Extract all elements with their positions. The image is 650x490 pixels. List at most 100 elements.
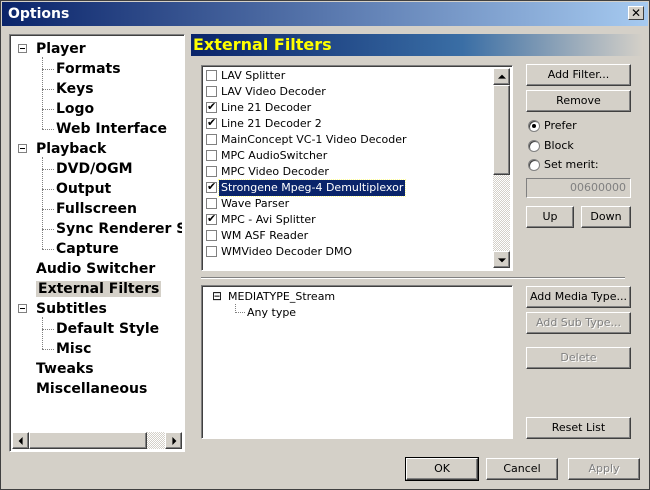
title-bar[interactable]: Options ✕ (2, 2, 648, 26)
filter-row[interactable]: ✔ MainConcept VC-1 Video Decoder (204, 132, 494, 148)
tree-item[interactable]: Formats (56, 59, 121, 79)
filter-list-items: ✔ LAV Splitter ✔ LAV Video Decoder ✔ Line 21 … (204, 68, 494, 268)
ok-button[interactable]: OK (405, 457, 479, 481)
filter-label: Line 21 Decoder (221, 101, 312, 114)
scroll-track[interactable] (493, 85, 510, 251)
close-button[interactable]: ✕ (628, 6, 644, 20)
filter-label: Strongene Mpeg-4 Demultiplexor (217, 179, 407, 197)
scroll-right-button[interactable] (165, 432, 182, 449)
tree-item[interactable]: Audio Switcher (36, 259, 155, 279)
scroll-thumb[interactable] (493, 85, 510, 175)
filter-label: MPC - Avi Splitter (221, 213, 316, 226)
set-merit-label: Set merit: (544, 158, 599, 171)
tree-item[interactable]: DVD/OGM (56, 159, 133, 179)
block-radio-dot (528, 140, 540, 152)
window-title: Options (8, 6, 70, 22)
tree-connector (42, 109, 54, 110)
prefer-radio-dot (528, 120, 540, 132)
scroll-up-button[interactable] (493, 68, 510, 85)
tree-item[interactable]: Miscellaneous (36, 379, 147, 399)
tree-connector (42, 229, 54, 230)
filter-checkbox[interactable]: ✔ (206, 134, 217, 145)
tree-connector (42, 57, 43, 129)
tree-item[interactable]: Player (36, 39, 86, 59)
arrow-down-icon (497, 257, 506, 262)
filter-label: WM ASF Reader (221, 229, 309, 242)
media-type-expander-icon[interactable]: ⊟ (212, 289, 222, 303)
filter-row[interactable]: ✔ Wave Parser (204, 196, 494, 212)
arrow-up-icon (497, 74, 506, 79)
filter-checkbox[interactable]: ✔ (206, 86, 217, 97)
remove-button[interactable]: Remove (526, 90, 631, 112)
tree-item[interactable]: Logo (56, 99, 94, 119)
scroll-left-button[interactable] (12, 432, 29, 449)
tree-horizontal-scrollbar[interactable] (12, 432, 182, 449)
sub-type-item[interactable]: Any type (247, 306, 296, 319)
arrow-left-icon (18, 436, 23, 445)
add-filter-button[interactable]: Add Filter... (526, 64, 631, 86)
tree-item[interactable]: Fullscreen (56, 199, 137, 219)
add-sub-type-button[interactable]: Add Sub Type... (526, 312, 631, 334)
filter-row[interactable]: ✔ Line 21 Decoder 2 (204, 116, 494, 132)
tree-item[interactable]: Tweaks (36, 359, 94, 379)
tree-item-label: Output (56, 181, 112, 197)
tree-item[interactable]: Keys (56, 79, 94, 99)
tree-connector (42, 157, 43, 249)
filter-row[interactable]: ✔ WM ASF Reader (204, 228, 494, 244)
filter-checkbox[interactable]: ✔ (206, 246, 217, 257)
scroll-down-button[interactable] (493, 251, 510, 268)
scroll-thumb[interactable] (29, 432, 147, 449)
filter-row[interactable]: ✔ MPC AudioSwitcher (204, 148, 494, 164)
tree-item[interactable]: Default Style (56, 319, 159, 339)
filter-row[interactable]: ✔ LAV Video Decoder (204, 84, 494, 100)
filter-row[interactable]: ✔ MPC - Avi Splitter (204, 212, 494, 228)
filter-checkbox[interactable]: ✔ (206, 116, 217, 129)
media-type-list[interactable]: ⊟ MEDIATYPE_Stream Any type (201, 285, 513, 439)
tree-item[interactable]: Output (56, 179, 111, 199)
tree-item[interactable]: Misc (56, 339, 91, 359)
merit-value-field[interactable]: 00600000 (526, 178, 631, 198)
filter-checkbox[interactable]: ✔ (206, 198, 217, 209)
tree-item[interactable]: Web Interface (56, 119, 167, 139)
filter-row[interactable]: ✔ MPC Video Decoder (204, 164, 494, 180)
collapse-icon[interactable] (18, 144, 27, 153)
collapse-icon[interactable] (18, 44, 27, 53)
separator (201, 277, 625, 279)
up-button[interactable]: Up (526, 206, 574, 228)
filter-checkbox[interactable]: ✔ (206, 212, 217, 225)
tree-item-label: Web Interface (56, 121, 167, 137)
tree-item[interactable]: Capture (56, 239, 119, 259)
filter-list[interactable]: ✔ LAV Splitter ✔ LAV Video Decoder ✔ Line 21 … (201, 65, 513, 271)
add-media-type-button[interactable]: Add Media Type... (526, 286, 631, 308)
tree-item[interactable]: External Filters (36, 279, 162, 299)
tree-item[interactable]: Subtitles (36, 299, 107, 319)
filter-checkbox[interactable]: ✔ (206, 166, 217, 177)
tree-item-label: Playback (36, 141, 107, 157)
collapse-icon[interactable] (18, 304, 27, 313)
filter-label: MPC Video Decoder (221, 165, 329, 178)
tree-item[interactable]: Sync Renderer Se (56, 219, 182, 239)
filter-list-scrollbar[interactable] (493, 68, 510, 268)
delete-button[interactable]: Delete (526, 347, 631, 369)
tree-connector (42, 209, 54, 210)
filter-checkbox[interactable]: ✔ (206, 150, 217, 161)
filter-checkbox[interactable]: ✔ (206, 100, 217, 113)
filter-checkbox[interactable]: ✔ (206, 70, 217, 81)
tree-item-label: Player (36, 41, 86, 57)
page-title: External Filters (193, 35, 332, 54)
filter-label: LAV Video Decoder (221, 85, 326, 98)
apply-button[interactable]: Apply (568, 458, 640, 480)
filter-row[interactable]: ✔ WMVideo Decoder DMO (204, 244, 494, 260)
options-tree[interactable]: Player Formats Keys Logo Web Interface Playba… (9, 34, 185, 452)
cancel-button[interactable]: Cancel (486, 458, 558, 480)
tree-item-label: Miscellaneous (36, 381, 148, 397)
filter-row[interactable]: ✔ LAV Splitter (204, 68, 494, 84)
filter-checkbox[interactable]: ✔ (206, 180, 217, 193)
filter-row[interactable]: ✔ Strongene Mpeg-4 Demultiplexor (204, 179, 494, 197)
filter-checkbox[interactable]: ✔ (206, 230, 217, 241)
reset-list-button[interactable]: Reset List (526, 417, 631, 439)
down-button[interactable]: Down (581, 206, 631, 228)
media-type-item[interactable]: MEDIATYPE_Stream (228, 290, 335, 303)
filter-row[interactable]: ✔ Line 21 Decoder (204, 100, 494, 116)
tree-item[interactable]: Playback (36, 139, 106, 159)
